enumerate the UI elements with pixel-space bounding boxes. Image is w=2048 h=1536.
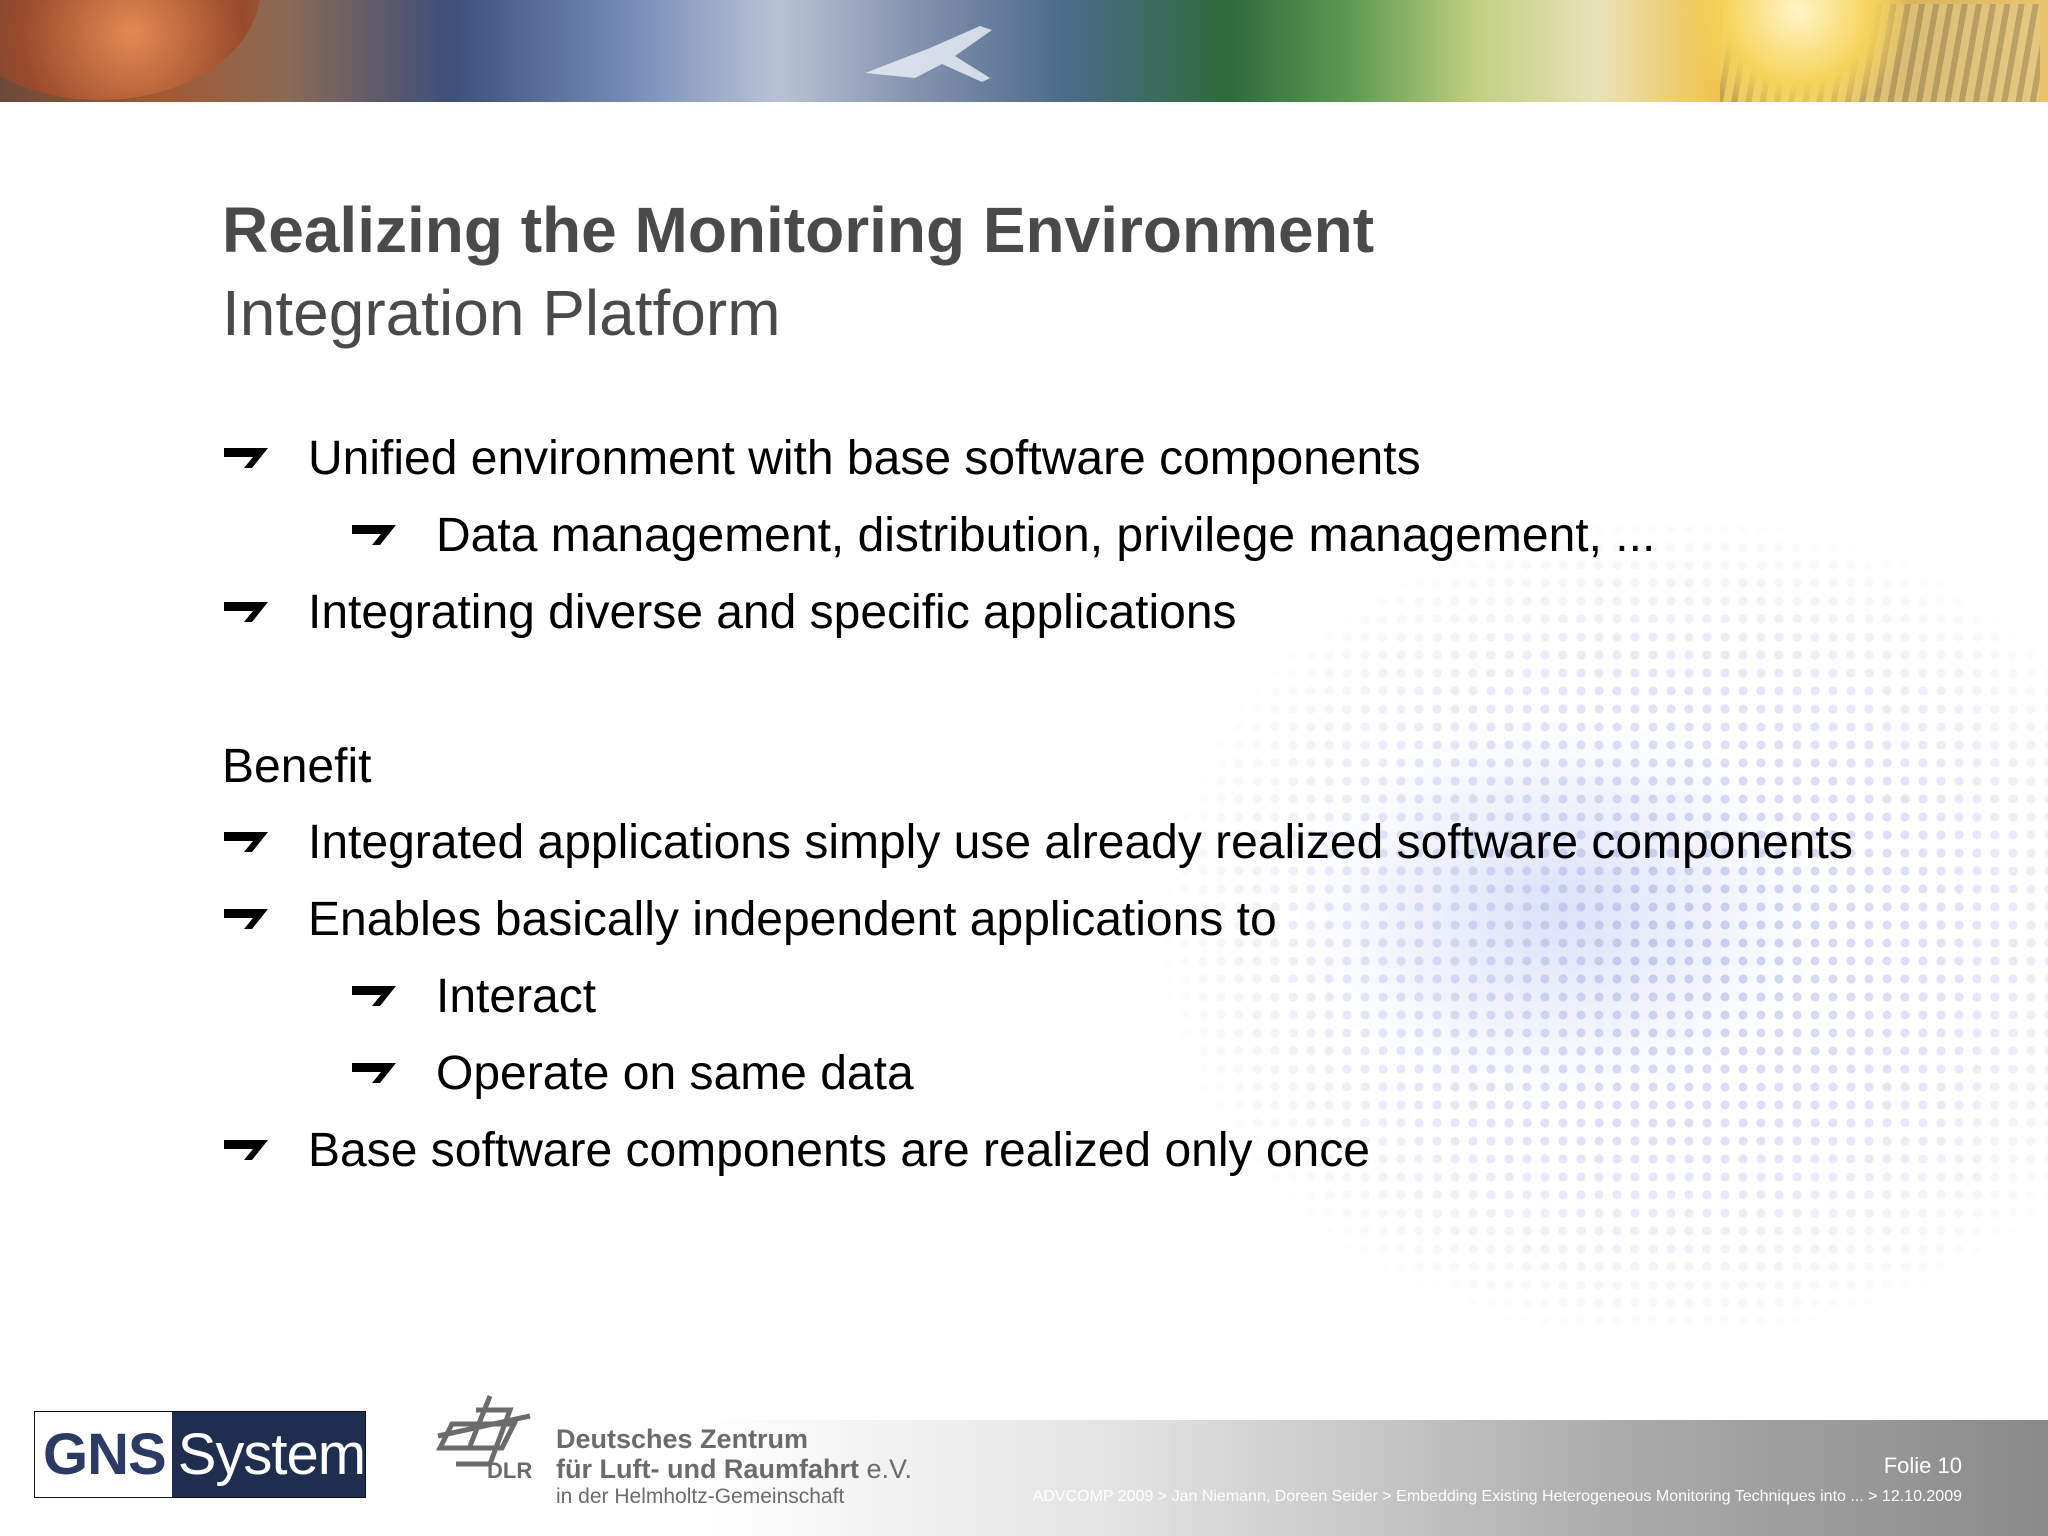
arrow-bullet-icon — [224, 602, 268, 622]
bullet-item: Unified environment with base software c… — [308, 432, 1421, 485]
arrow-bullet-icon — [224, 909, 268, 929]
arrow-bullet-icon — [224, 1140, 268, 1160]
bullet-item: Integrated applications simply use alrea… — [308, 816, 1853, 869]
benefit-heading: Benefit — [222, 740, 372, 793]
sub-bullet-item: Operate on same data — [436, 1047, 914, 1100]
sub-bullet-item: Data management, distribution, privilege… — [436, 509, 1656, 562]
airplane-graphic — [865, 26, 992, 82]
arrow-bullet-icon — [224, 448, 268, 468]
dlr-name-line1: Deutsches Zentrum — [556, 1424, 809, 1454]
arrow-bullet-icon — [352, 1063, 396, 1083]
header-banner-image — [0, 0, 2048, 102]
arrow-bullet-icon — [352, 986, 396, 1006]
dlr-abbreviation: DLR — [487, 1458, 533, 1483]
gns-logo-text: GNS — [35, 1412, 172, 1497]
slide-subtitle: Integration Platform — [222, 277, 781, 349]
systems-logo-text: Systems — [177, 1422, 366, 1487]
footer-citation: ADVCOMP 2009 > Jan Niemann, Doreen Seide… — [1032, 1488, 1962, 1505]
dlr-name-line3: in der Helmholtz-Gemeinschaft — [556, 1485, 845, 1508]
bullet-item: Enables basically independent applicatio… — [308, 893, 1277, 946]
arrow-bullet-icon — [352, 525, 396, 545]
dlr-name-line2-text: für Luft- und Raumfahrt — [556, 1454, 859, 1484]
arrow-bullet-icon — [224, 832, 268, 852]
sub-bullet-item: Interact — [436, 970, 597, 1023]
bullet-item: Base software components are realized on… — [308, 1124, 1370, 1177]
gns-systems-logo: GNS Systems — [34, 1411, 366, 1498]
slide-number: Folie 10 — [1883, 1453, 1962, 1478]
bullet-item: Integrating diverse and specific applica… — [308, 586, 1237, 639]
dlr-name-line2: für Luft- und Raumfahrt e.V. — [556, 1454, 912, 1485]
slide-title: Realizing the Monitoring Environment — [222, 194, 1374, 266]
dlr-name-suffix: e.V. — [866, 1454, 913, 1484]
planet-graphic — [0, 0, 260, 100]
